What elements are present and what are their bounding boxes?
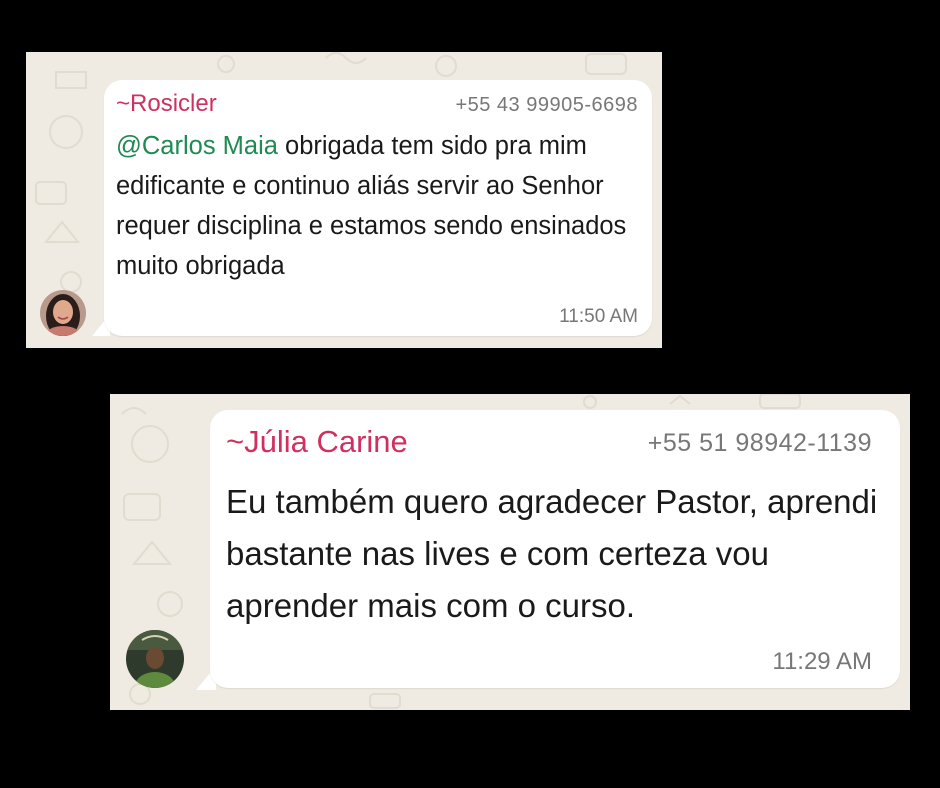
chat-screenshot-1: ~Rosicler +55 43 99905-6698 @Carlos Maia… [26, 52, 662, 348]
sender-name[interactable]: ~Rosicler [116, 90, 217, 118]
message-timestamp: 11:29 AM [772, 648, 872, 675]
sender-phone[interactable]: +55 51 98942-1139 [648, 429, 872, 458]
message-timestamp: 11:50 AM [559, 306, 638, 327]
message-text: @Carlos Maia obrigada tem sido pra mim e… [116, 126, 636, 286]
mention-link[interactable]: @Carlos Maia [116, 132, 278, 160]
sender-name[interactable]: ~Júlia Carine [226, 424, 408, 460]
user-avatar-woman-icon[interactable] [40, 290, 86, 336]
message-text: Eu também quero agradecer Pastor, aprend… [226, 483, 878, 624]
user-avatar-person-icon[interactable] [126, 630, 184, 688]
message-bubble[interactable]: ~Rosicler +55 43 99905-6698 @Carlos Maia… [104, 80, 652, 336]
sender-phone[interactable]: +55 43 99905-6698 [455, 94, 638, 117]
chat-screenshot-2: ~Júlia Carine +55 51 98942-1139 Eu també… [110, 394, 910, 710]
message-bubble[interactable]: ~Júlia Carine +55 51 98942-1139 Eu també… [210, 410, 900, 688]
